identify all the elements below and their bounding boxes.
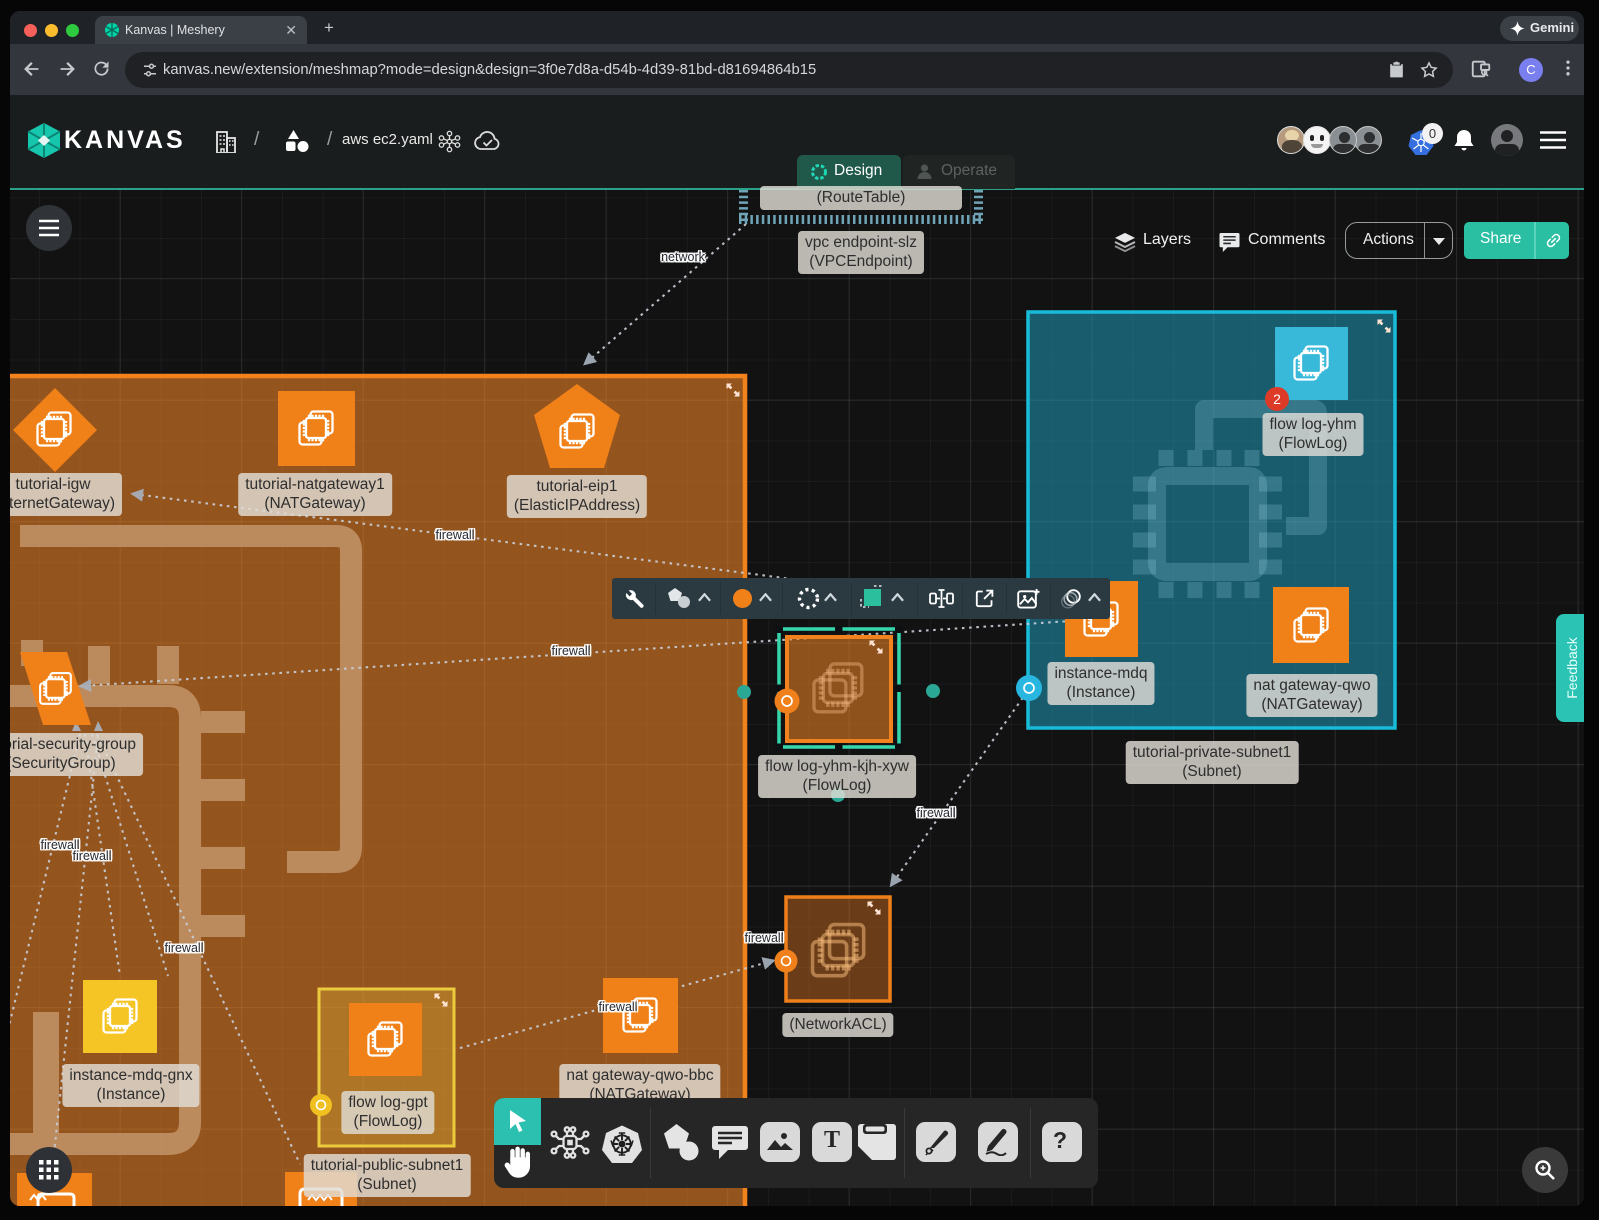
svg-text:2: 2 xyxy=(1273,391,1281,407)
